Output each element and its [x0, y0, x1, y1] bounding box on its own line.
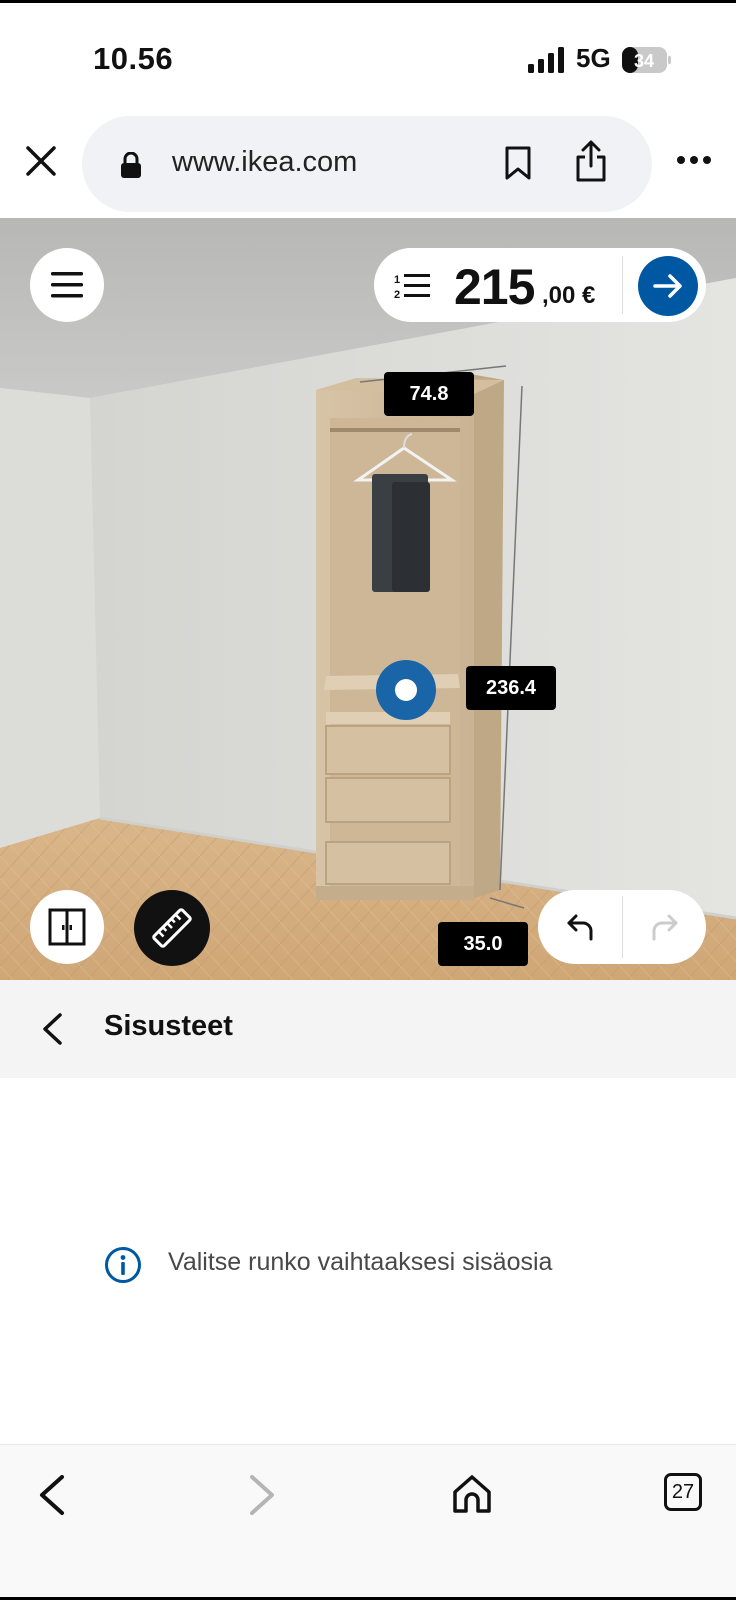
network-type: 5G: [576, 43, 611, 73]
doors-toggle-button[interactable]: [30, 890, 104, 964]
menu-icon: [51, 272, 83, 298]
redo-button[interactable]: [623, 890, 706, 964]
redo-icon: [652, 914, 678, 941]
price-whole: 215: [454, 259, 535, 315]
price-summary: 1 2 215 ,00 €: [374, 248, 706, 322]
price-decimals: ,00 €: [542, 282, 596, 309]
close-icon[interactable]: [22, 142, 60, 180]
divider: [622, 256, 623, 314]
signal-icon: [528, 47, 564, 73]
doors-icon: [48, 908, 86, 946]
lock-icon: [121, 152, 141, 178]
status-bar: 10.56 5G 34: [0, 0, 736, 110]
history-controls: [538, 890, 706, 964]
planner-3d-view[interactable]: 1 2 215 ,00 € 74.8 236.4 35.0: [0, 218, 736, 980]
battery-level: 34: [634, 51, 654, 71]
svg-text:2: 2: [394, 289, 400, 300]
arrow-right-icon: [653, 274, 682, 298]
svg-text:1: 1: [394, 274, 400, 286]
depth-dimension[interactable]: 35.0: [438, 922, 528, 966]
section-header: Sisusteet: [0, 980, 736, 1078]
section-title: Sisusteet: [104, 1010, 233, 1042]
more-icon[interactable]: [676, 154, 712, 166]
back-arrow-icon[interactable]: [36, 1473, 68, 1517]
address-bar[interactable]: www.ikea.com: [82, 116, 652, 212]
undo-icon: [567, 914, 593, 941]
forward-arrow-icon[interactable]: [246, 1473, 278, 1517]
browser-bottom-nav: 27: [0, 1444, 736, 1600]
continue-button[interactable]: [638, 256, 698, 316]
menu-button[interactable]: [30, 248, 104, 322]
info-icon: [105, 1247, 141, 1283]
share-icon[interactable]: [574, 140, 608, 182]
room-render: [0, 218, 736, 980]
status-time: 10.56: [93, 41, 174, 76]
measurements-button[interactable]: [134, 890, 210, 966]
info-text: Valitse runko vaihtaaksesi sisäosia: [168, 1248, 553, 1276]
undo-button[interactable]: [538, 890, 622, 964]
height-dimension[interactable]: 236.4: [466, 666, 556, 710]
battery-icon: 34: [622, 47, 671, 73]
width-dimension[interactable]: 74.8: [384, 372, 474, 416]
tabs-button[interactable]: 27: [664, 1473, 702, 1511]
chevron-left-icon[interactable]: [40, 1012, 64, 1046]
tab-count: 27: [671, 1481, 695, 1503]
url-text[interactable]: www.ikea.com: [172, 146, 357, 179]
ruler-icon: [152, 908, 192, 948]
home-icon[interactable]: [452, 1473, 492, 1515]
bookmark-icon[interactable]: [504, 146, 532, 180]
selection-handle[interactable]: [376, 660, 436, 720]
browser-bar: www.ikea.com: [0, 110, 736, 218]
numbered-list-icon[interactable]: 1 2: [394, 272, 430, 300]
